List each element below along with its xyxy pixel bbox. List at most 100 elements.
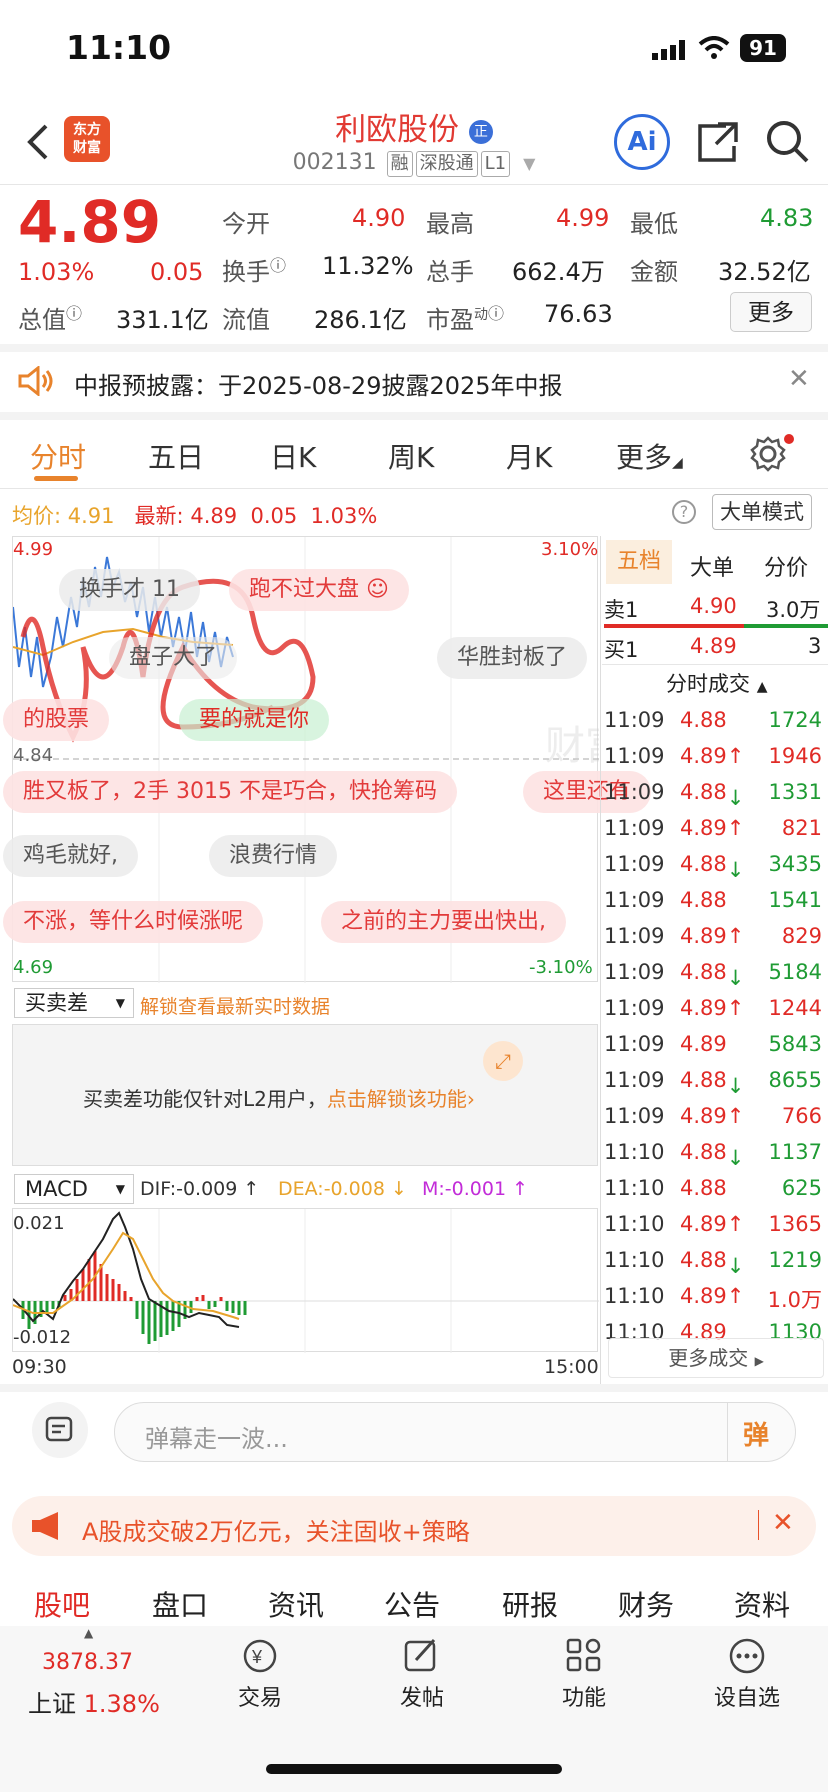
help-icon[interactable]: ? xyxy=(672,500,696,524)
collapse-arrow-icon[interactable]: ▲ xyxy=(84,1626,93,1640)
buy-1-row: 买1 4.89 3 xyxy=(602,628,828,664)
more-ticks-label: 更多成交 xyxy=(668,1346,749,1370)
tick-row: 11:09 4.89↑ 821 xyxy=(602,810,828,846)
tab-week-k[interactable]: 周K xyxy=(388,436,434,476)
change-pct: 1.03% xyxy=(18,258,95,286)
chart-info: 均价: 4.91 最新: 4.89 0.05 1.03% xyxy=(12,500,377,530)
dropdown-icon[interactable]: ▼ xyxy=(523,154,535,173)
danmaku-bubble[interactable]: 不涨，等什么时候涨呢 xyxy=(3,901,264,943)
nav-post[interactable]: 发帖 xyxy=(390,1636,454,1712)
trade-icon: ¥ xyxy=(243,1639,277,1673)
tick-volume: 766 xyxy=(781,1104,822,1128)
share-icon[interactable] xyxy=(696,118,740,168)
macd-top-label: 0.021 xyxy=(13,1213,65,1234)
danmaku-bubble[interactable]: 盘子大了 xyxy=(109,637,238,679)
notice-text[interactable]: 中报预披露：于2025-08-29披露2025年中报 xyxy=(74,366,563,401)
nav-trade[interactable]: ¥ 交易 xyxy=(228,1636,292,1712)
danmaku-bubble[interactable]: 要的就是你 xyxy=(179,699,330,741)
tick-price: 4.88 xyxy=(680,708,727,732)
info-icon[interactable]: ⓘ xyxy=(270,256,286,275)
tab-more[interactable]: 更多◢ xyxy=(616,436,683,476)
tick-time: 11:09 xyxy=(604,744,665,768)
tick-volume: 5184 xyxy=(768,960,822,984)
macd-chart[interactable]: 0.021 -0.012 xyxy=(12,1208,599,1353)
comment-settings-icon[interactable] xyxy=(32,1402,88,1458)
amount-label: 金额 xyxy=(630,258,678,286)
danmaku-bubble[interactable]: 换手才 11 xyxy=(59,569,200,611)
tick-row: 11:10 4.88 625 xyxy=(602,1170,828,1206)
tab-intraday[interactable]: 分时 xyxy=(30,436,86,476)
tab-profile[interactable]: 资料 xyxy=(734,1584,790,1624)
macd-dif: DIF:-0.009 ↑ xyxy=(140,1178,260,1200)
indicator-select[interactable]: 买卖差 ▼ xyxy=(14,988,134,1018)
grid-icon xyxy=(566,1638,601,1672)
expand-icon[interactable]: ⤢ xyxy=(483,1041,523,1081)
nav-trade-label: 交易 xyxy=(237,1686,282,1711)
tick-row: 11:09 4.88 ↓ 3435 xyxy=(602,846,828,882)
search-icon[interactable] xyxy=(764,118,810,168)
danmaku-bubble[interactable]: 胜又板了，2手 3015 不是巧合，快抢筹码 xyxy=(3,771,457,813)
intraday-chart[interactable]: 财富 4.99 4.84 4.69 3.10% -3.10% 换手才 11 跑不… xyxy=(3,536,652,983)
tab-big-orders[interactable]: 大单 xyxy=(690,550,734,582)
tab-research[interactable]: 研报 xyxy=(502,1584,558,1624)
tick-volume: 1244 xyxy=(768,996,822,1020)
tick-row: 11:09 4.89↑ 1946 xyxy=(602,738,828,774)
tick-time: 11:09 xyxy=(604,1068,665,1092)
unlock-feature-link[interactable]: 点击解锁该功能 xyxy=(327,1087,467,1111)
tab-month-k[interactable]: 月K xyxy=(506,436,552,476)
promo-banner[interactable]: A股成交破2万亿元，关注固收+策略 ✕ xyxy=(12,1496,816,1556)
danmaku-bubble[interactable]: 跑不过大盘 ☺ xyxy=(229,569,409,611)
info-icon[interactable]: ⓘ xyxy=(488,304,504,323)
tick-price: 4.89↑ xyxy=(680,996,745,1020)
index-value[interactable]: 3878.37 xyxy=(42,1650,133,1675)
danmaku-bubble[interactable]: 之前的主力要出快出, xyxy=(321,901,566,943)
tick-row: 11:10 4.89↑ 1.0万 xyxy=(602,1278,828,1314)
locked-message: 买卖差功能仅针对L2用户，点击解锁该功能› xyxy=(83,1087,475,1111)
tick-row: 11:09 4.88 ↓ 5184 xyxy=(602,954,828,990)
tick-price: 4.88 ↓ xyxy=(680,1248,745,1278)
sell-1-volume: 3.0万 xyxy=(766,598,821,622)
more-button[interactable]: 更多 xyxy=(730,292,812,332)
divider xyxy=(727,1403,728,1461)
comment-input[interactable]: 弹幕走一波... 弹 xyxy=(114,1402,796,1462)
tab-five-levels[interactable]: 五档 xyxy=(606,540,672,584)
danmaku-bubble[interactable]: 浪费行情 xyxy=(209,835,338,877)
tick-time: 11:09 xyxy=(604,924,665,948)
index-name[interactable]: 上证 1.38% xyxy=(28,1684,160,1719)
info-icon[interactable]: ⓘ xyxy=(66,304,82,323)
macd-select[interactable]: MACD ▼ xyxy=(14,1174,134,1204)
latest-chg: 0.05 xyxy=(250,504,298,528)
more-ticks-button[interactable]: 更多成交 ▶ xyxy=(608,1338,824,1378)
big-order-mode-button[interactable]: 大单模式 xyxy=(712,494,812,530)
stock-name-text: 利欧股份 xyxy=(335,112,460,148)
danmaku-send-button[interactable]: 弹 xyxy=(743,1415,769,1452)
tab-forum[interactable]: 股吧 xyxy=(34,1584,90,1624)
promo-text: A股成交破2万亿元，关注固收+策略 xyxy=(82,1518,470,1546)
danmaku-bubble[interactable]: 的股票 xyxy=(3,699,110,741)
buy-1-label: 买1 xyxy=(604,638,639,662)
tab-day-k[interactable]: 日K xyxy=(270,436,316,476)
tab-finance[interactable]: 财务 xyxy=(618,1584,674,1624)
nav-functions[interactable]: 功能 xyxy=(552,1636,616,1712)
danmaku-text: 跑不过大盘 xyxy=(249,577,360,602)
unlock-link[interactable]: 解锁查看最新实时数据 xyxy=(140,992,330,1019)
ai-button[interactable]: Ai xyxy=(614,114,670,170)
tick-volume: 1724 xyxy=(768,708,822,732)
badge: 正 xyxy=(468,119,493,144)
nav-add-watchlist[interactable]: 设自选 xyxy=(704,1636,790,1712)
tick-volume: 1331 xyxy=(768,780,822,804)
close-icon[interactable]: ✕ xyxy=(772,1508,794,1538)
settings-icon[interactable] xyxy=(750,436,786,476)
tab-news[interactable]: 资讯 xyxy=(268,1584,324,1624)
latest-value: 4.89 xyxy=(190,504,238,528)
tab-price-dist[interactable]: 分价 xyxy=(764,550,808,582)
danmaku-bubble[interactable]: 鸡毛就好, xyxy=(3,835,138,877)
sell-1-label: 卖1 xyxy=(604,598,639,622)
close-icon[interactable]: ✕ xyxy=(788,364,810,394)
tab-orderbook[interactable]: 盘口 xyxy=(152,1584,208,1624)
tag-level: L1 xyxy=(480,151,511,177)
tab-5day[interactable]: 五日 xyxy=(148,436,204,476)
latest-pct: 1.03% xyxy=(310,504,378,528)
tab-announcements[interactable]: 公告 xyxy=(384,1584,440,1624)
danmaku-bubble[interactable]: 华胜封板了 xyxy=(437,637,588,679)
